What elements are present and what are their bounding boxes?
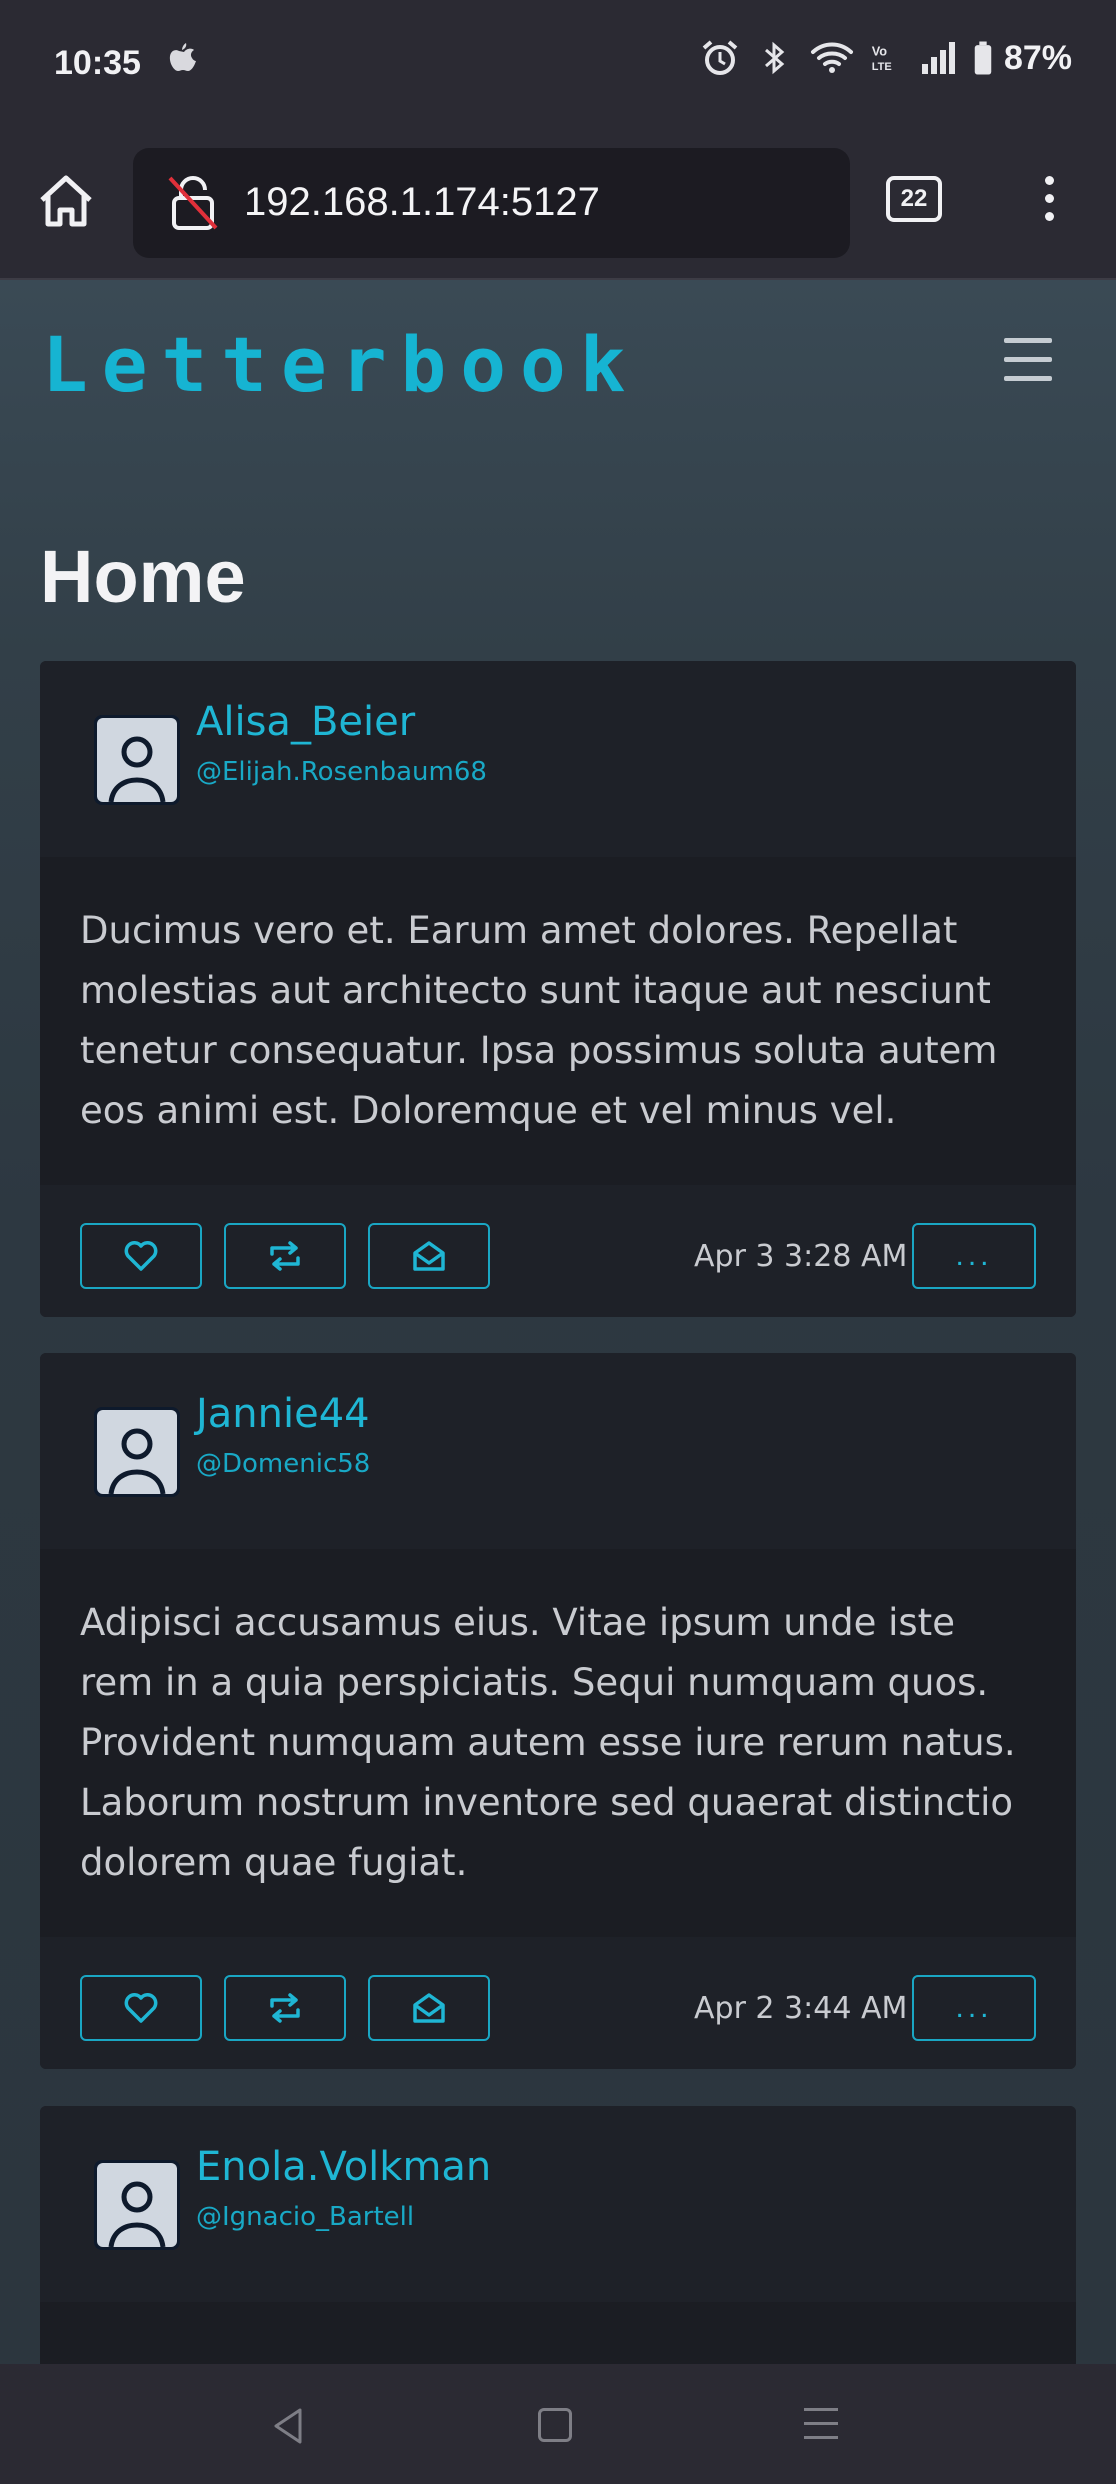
battery-icon (974, 41, 992, 75)
nav-home-button[interactable] (538, 2408, 572, 2442)
author-display-name[interactable]: Enola.Volkman (196, 2144, 491, 2190)
signal-icon (921, 42, 955, 74)
more-options-button[interactable]: ... (912, 1975, 1036, 2041)
volte-icon: Vo LTE (872, 43, 892, 73)
network-label: LTE (872, 61, 892, 73)
reply-button[interactable] (368, 1223, 490, 1289)
author-display-name[interactable]: Jannie44 (196, 1391, 370, 1437)
back-icon[interactable] (270, 2406, 306, 2446)
like-button[interactable] (80, 1223, 202, 1289)
hamburger-icon[interactable] (1004, 338, 1052, 382)
system-nav-bar (0, 2364, 1116, 2484)
battery-percent: 87% (1003, 38, 1072, 77)
post-header: Enola.Volkman @Ignacio_Bartell (40, 2106, 1076, 2302)
post-header: Jannie44 @Domenic58 (40, 1353, 1076, 1549)
page-content: Letterbook Home Alisa_Beier @Elijah.Rose… (0, 280, 1116, 2364)
svg-text:Vo: Vo (872, 43, 888, 58)
page-title: Home (40, 535, 246, 618)
author-handle[interactable]: @Domenic58 (196, 1449, 370, 1479)
status-time: 10:35 (54, 44, 141, 82)
recents-icon[interactable] (804, 2408, 838, 2450)
overflow-menu-icon[interactable] (1034, 176, 1064, 232)
brand-logo[interactable]: Letterbook (42, 320, 640, 409)
insecure-lock-icon[interactable] (166, 174, 220, 232)
reply-icon (413, 1993, 445, 2023)
post-actions: Apr 3 3:28 AM ... (40, 1185, 1076, 1317)
avatar-icon[interactable] (94, 1407, 180, 1497)
boost-button[interactable] (224, 1975, 346, 2041)
status-bar: 10:35 Vo LTE 87% (0, 0, 1116, 130)
alarm-icon (702, 40, 738, 75)
status-icons: Vo LTE 87% (700, 38, 1072, 78)
avatar-icon[interactable] (94, 715, 180, 805)
heart-icon (124, 1993, 158, 2023)
wifi-icon (810, 42, 853, 73)
home-icon[interactable] (34, 170, 98, 234)
heart-icon (124, 1241, 158, 1271)
reply-button[interactable] (368, 1975, 490, 2041)
boost-icon (270, 1241, 300, 1271)
more-options-button[interactable]: ... (912, 1223, 1036, 1289)
like-button[interactable] (80, 1975, 202, 2041)
post-card: Enola.Volkman @Ignacio_Bartell (40, 2106, 1076, 2364)
post-timestamp[interactable]: Apr 2 3:44 AM (694, 1991, 907, 2026)
post-body: Adipisci accusamus eius. Vitae ipsum und… (40, 1549, 1076, 1937)
reply-icon (413, 1241, 445, 1271)
post-body: Ducimus vero et. Earum amet dolores. Rep… (40, 857, 1076, 1185)
post-card: Jannie44 @Domenic58 Adipisci accusamus e… (40, 1353, 1076, 2069)
author-display-name[interactable]: Alisa_Beier (196, 699, 415, 745)
boost-icon (270, 1993, 300, 2023)
bluetooth-icon (764, 41, 785, 75)
post-actions: Apr 2 3:44 AM ... (40, 1937, 1076, 2069)
post-body (40, 2302, 1076, 2364)
post-timestamp[interactable]: Apr 3 3:28 AM (694, 1239, 907, 1274)
author-handle[interactable]: @Elijah.Rosenbaum68 (196, 757, 487, 787)
url-text[interactable]: 192.168.1.174:5127 (244, 180, 600, 225)
apple-icon (169, 43, 196, 71)
post-card: Alisa_Beier @Elijah.Rosenbaum68 Ducimus … (40, 661, 1076, 1317)
boost-button[interactable] (224, 1223, 346, 1289)
author-handle[interactable]: @Ignacio_Bartell (196, 2202, 414, 2232)
tab-count: 22 (900, 185, 928, 212)
post-header: Alisa_Beier @Elijah.Rosenbaum68 (40, 661, 1076, 857)
avatar-icon[interactable] (94, 2160, 180, 2250)
tabs-icon[interactable]: 22 (886, 176, 942, 222)
